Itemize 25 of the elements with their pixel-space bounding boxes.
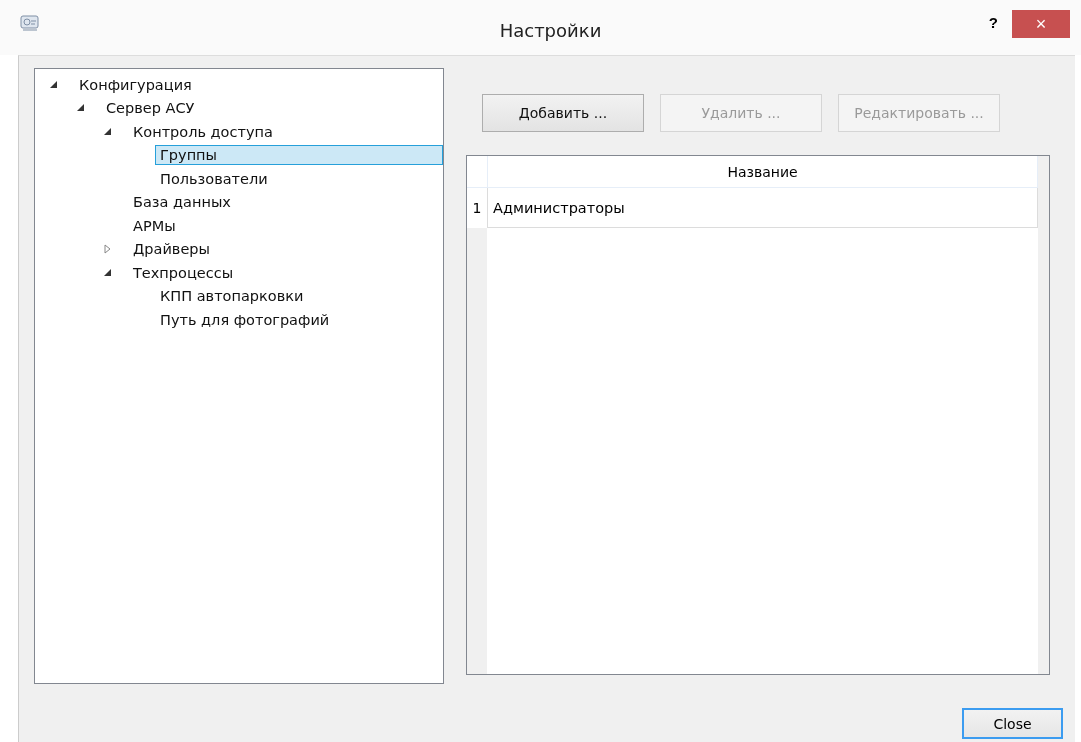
tree-item[interactable]: Техпроцессы — [128, 262, 239, 283]
tree-item[interactable]: Группы — [155, 145, 443, 166]
tree-item[interactable]: КПП автопарковки — [155, 286, 309, 307]
collapsed-triangle-icon[interactable] — [103, 244, 113, 255]
tree-item[interactable]: Контроль доступа — [128, 121, 278, 142]
tree-item[interactable]: База данных — [128, 192, 236, 213]
tree-item[interactable]: Сервер АСУ — [101, 98, 200, 119]
expanded-triangle-icon[interactable] — [103, 126, 113, 137]
expanded-triangle-icon[interactable] — [49, 79, 59, 90]
tree-item[interactable]: Путь для фотографий — [155, 309, 335, 330]
tree-item[interactable]: Пользователи — [155, 168, 273, 189]
table-cell[interactable]: Администраторы — [487, 188, 1038, 228]
expanded-triangle-icon[interactable] — [76, 103, 86, 114]
app-icon — [20, 14, 40, 32]
tree-item[interactable]: АРМы — [128, 215, 181, 236]
row-number: 1 — [467, 188, 487, 228]
help-button[interactable]: ? — [984, 14, 1002, 31]
column-header[interactable]: Название — [487, 156, 1038, 188]
tree-item[interactable]: Конфигурация — [74, 74, 197, 95]
close-button[interactable]: × — [1012, 10, 1070, 38]
window-title: Настройки — [499, 20, 602, 41]
toolbar-button[interactable]: Добавить ... — [482, 94, 644, 132]
expanded-triangle-icon[interactable] — [103, 267, 113, 278]
tree-item[interactable]: Драйверы — [128, 239, 215, 260]
close-button[interactable]: Close — [962, 708, 1063, 739]
